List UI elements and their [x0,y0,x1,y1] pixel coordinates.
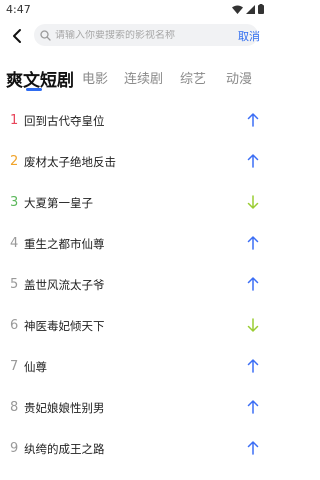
list-item[interactable]: 9 纨绔的成王之路 [0,428,270,469]
show-title: 神医毒妃倾天下 [24,318,105,333]
tab-variety[interactable]: 综艺 [180,68,206,87]
rank-number: 9 [10,441,19,456]
ranking-list: 1 回到古代夺皇位 2 废材太子绝地反击 3 大夏第一皇子 4 重生之都市仙尊 5 盖世风流太子爷… [0,100,270,469]
list-item[interactable]: 6 神医毒妃倾天下 [0,305,270,346]
list-item[interactable]: 3 大夏第一皇子 [0,182,270,223]
show-title: 回到古代夺皇位 [24,113,105,128]
rank-number: 4 [10,236,19,251]
rank-number: 5 [10,277,19,292]
show-title: 仙尊 [24,359,47,374]
tab-anime[interactable]: 动漫 [226,68,252,87]
back-arrow-icon[interactable] [10,27,26,45]
trend-up-icon [247,277,259,291]
trend-up-icon [247,236,259,250]
rank-number: 1 [10,113,19,128]
trend-up-icon [247,441,259,455]
search-icon [40,29,51,41]
wifi-icon [232,5,243,14]
tab-series[interactable]: 连续剧 [124,68,163,87]
show-title: 纨绔的成王之路 [24,441,105,456]
search-box[interactable] [34,24,258,46]
show-title: 盖世风流太子爷 [24,277,105,292]
trend-down-icon [247,318,259,332]
status-bar: 4:47 [0,0,270,18]
show-title: 废材太子绝地反击 [24,154,116,169]
list-item[interactable]: 1 回到古代夺皇位 [0,100,270,141]
status-time: 4:47 [6,2,31,16]
list-item[interactable]: 8 贵妃娘娘性别男 [0,387,270,428]
rank-number: 3 [10,195,19,210]
trend-down-icon [247,195,259,209]
battery-icon [258,4,264,14]
rank-number: 2 [10,154,19,169]
trend-up-icon [247,113,259,127]
show-title: 贵妃娘娘性别男 [24,400,105,415]
trend-up-icon [247,359,259,373]
tab-movies[interactable]: 电影 [82,68,108,87]
list-item[interactable]: 5 盖世风流太子爷 [0,264,270,305]
list-item[interactable]: 4 重生之都市仙尊 [0,223,270,264]
cancel-button[interactable]: 取消 [238,28,260,44]
category-tabs: 爽文短剧 电影 连续剧 综艺 动漫 [0,62,270,102]
rank-number: 6 [10,318,19,333]
rank-number: 8 [10,400,19,415]
status-icons [232,4,264,14]
list-item[interactable]: 2 废材太子绝地反击 [0,141,270,182]
trend-up-icon [247,154,259,168]
signal-icon [246,4,255,14]
active-tab-indicator [26,88,42,91]
rank-number: 7 [10,359,19,374]
trend-up-icon [247,400,259,414]
search-input[interactable] [51,29,205,41]
list-item[interactable]: 7 仙尊 [0,346,270,387]
show-title: 重生之都市仙尊 [24,236,105,251]
search-header: 取消 [0,24,270,48]
show-title: 大夏第一皇子 [24,195,93,210]
